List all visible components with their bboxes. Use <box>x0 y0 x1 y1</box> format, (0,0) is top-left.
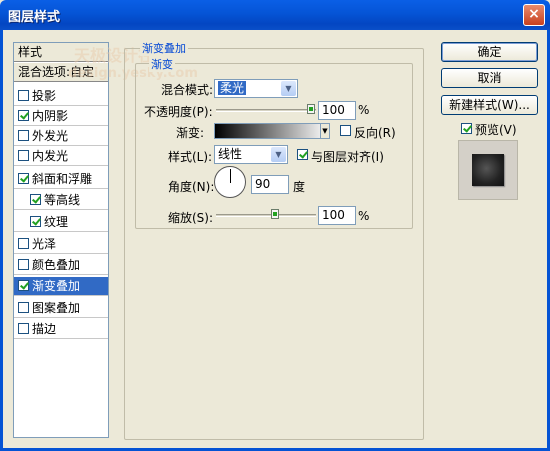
blend-mode-value: 柔光 <box>218 81 247 95</box>
blend-mode-label: 混合模式: <box>161 83 214 97</box>
list-item-label: 描边 <box>32 322 57 336</box>
gradient-overlay-checkbox[interactable] <box>18 280 29 291</box>
stroke-checkbox[interactable] <box>18 323 29 334</box>
chevron-down-icon: ▼ <box>271 147 286 162</box>
list-item-label: 等高线 <box>44 193 81 207</box>
chevron-down-icon[interactable]: ▼ <box>320 123 330 139</box>
reverse-checkbox[interactable] <box>340 125 351 136</box>
opacity-input[interactable]: 100 <box>318 101 356 120</box>
list-item-label: 内发光 <box>32 149 69 163</box>
preview-swatch <box>472 154 504 186</box>
blend-options-item[interactable]: 混合选项:自定 <box>14 63 108 82</box>
scale-slider-track[interactable] <box>216 214 316 217</box>
list-item-label: 内阴影 <box>32 109 69 123</box>
style-value: 线性 <box>218 147 243 161</box>
outer-glow-checkbox[interactable] <box>18 130 29 141</box>
list-item-label: 图案叠加 <box>32 301 81 315</box>
preview-label: 预览(V) <box>475 123 517 137</box>
inner-glow-checkbox[interactable] <box>18 150 29 161</box>
list-item-pattern-overlay[interactable]: 图案叠加 <box>14 299 108 318</box>
opacity-unit: % <box>358 103 370 117</box>
inner-shadow-checkbox[interactable] <box>18 110 29 121</box>
preview-checkbox[interactable] <box>461 123 472 134</box>
list-item-color-overlay[interactable]: 颜色叠加 <box>14 256 108 275</box>
angle-dial[interactable] <box>214 166 246 198</box>
drop-shadow-checkbox[interactable] <box>18 90 29 101</box>
list-item-texture[interactable]: 纹理 <box>14 213 108 232</box>
styles-list-header[interactable]: 样式 <box>14 43 108 62</box>
list-item-stroke[interactable]: 描边 <box>14 320 108 339</box>
list-item-label: 纹理 <box>44 215 69 229</box>
scale-unit: % <box>358 209 370 223</box>
list-item-label: 斜面和浮雕 <box>32 172 93 186</box>
list-item-bevel-emboss[interactable]: 斜面和浮雕 <box>14 170 108 189</box>
gradient-overlay-group-title: 渐变叠加 <box>140 40 188 56</box>
angle-input[interactable]: 90 <box>251 175 289 194</box>
list-item-inner-shadow[interactable]: 内阴影 <box>14 107 108 126</box>
close-button[interactable]: × <box>523 4 545 26</box>
style-select[interactable]: 线性 ▼ <box>214 145 288 164</box>
angle-label: 角度(N): <box>168 180 215 194</box>
list-item-label: 外发光 <box>32 129 69 143</box>
list-item-satin[interactable]: 光泽 <box>14 235 108 254</box>
gradient-label: 渐变: <box>176 126 205 140</box>
scale-input[interactable]: 100 <box>318 206 356 225</box>
list-item-label: 投影 <box>32 89 57 103</box>
scale-label: 缩放(S): <box>168 211 214 225</box>
bevel-emboss-checkbox[interactable] <box>18 173 29 184</box>
list-item-inner-glow[interactable]: 内发光 <box>14 147 108 166</box>
new-style-button[interactable]: 新建样式(W)... <box>441 95 538 115</box>
texture-checkbox[interactable] <box>30 216 41 227</box>
styles-list: 样式 混合选项:自定 投影 内阴影 外发光 内发光 斜面和浮雕 等高线 纹理 光… <box>13 42 109 438</box>
align-with-layer-checkbox[interactable] <box>297 149 308 160</box>
ok-button[interactable]: 确定 <box>441 42 538 62</box>
list-item-drop-shadow[interactable]: 投影 <box>14 87 108 106</box>
gradient-picker[interactable]: ▼ <box>214 123 330 139</box>
list-item-label: 渐变叠加 <box>32 279 81 293</box>
list-item-label: 颜色叠加 <box>32 258 81 272</box>
cancel-button[interactable]: 取消 <box>441 68 538 88</box>
satin-checkbox[interactable] <box>18 238 29 249</box>
title-bar: 图层样式 × <box>0 0 550 30</box>
contour-checkbox[interactable] <box>30 194 41 205</box>
list-item-label: 光泽 <box>32 237 57 251</box>
window-title: 图层样式 <box>8 10 61 25</box>
color-overlay-checkbox[interactable] <box>18 259 29 270</box>
style-label: 样式(L): <box>168 150 213 164</box>
gradient-group-title: 渐变 <box>149 56 175 72</box>
opacity-slider-thumb[interactable] <box>307 104 315 114</box>
opacity-slider-track[interactable] <box>216 109 316 112</box>
align-with-layer-label: 与图层对齐(I) <box>311 150 384 164</box>
angle-unit: 度 <box>293 180 306 194</box>
list-item-gradient-overlay[interactable]: 渐变叠加 <box>14 277 108 296</box>
reverse-label: 反向(R) <box>354 126 396 140</box>
opacity-label: 不透明度(P): <box>144 105 213 119</box>
list-item-outer-glow[interactable]: 外发光 <box>14 127 108 146</box>
blend-mode-select[interactable]: 柔光 ▼ <box>214 79 298 98</box>
list-item-contour[interactable]: 等高线 <box>14 191 108 210</box>
pattern-overlay-checkbox[interactable] <box>18 302 29 313</box>
chevron-down-icon: ▼ <box>281 81 296 96</box>
scale-slider-thumb[interactable] <box>271 209 279 219</box>
